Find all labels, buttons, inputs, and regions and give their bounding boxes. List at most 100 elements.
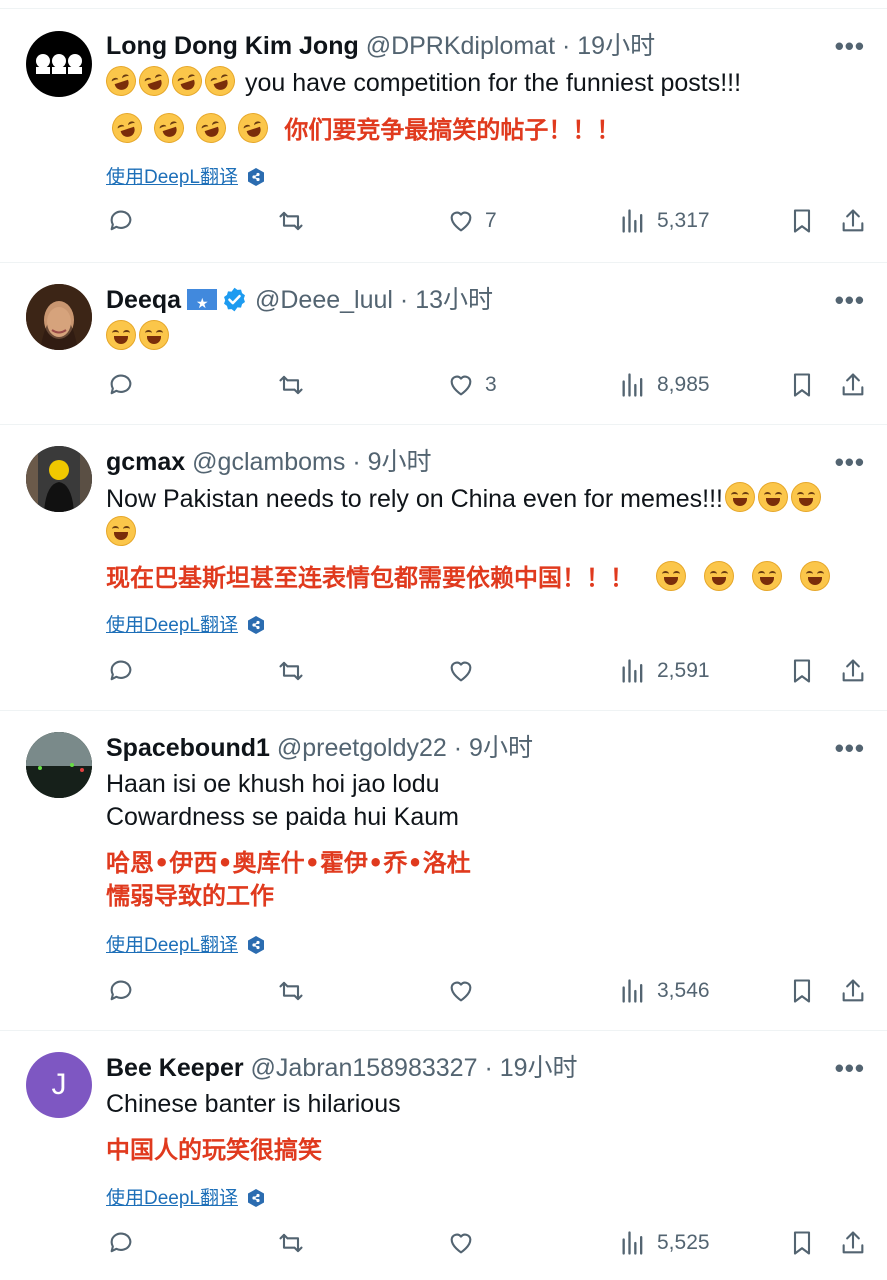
view-count: 3,546 <box>657 979 710 1002</box>
retweet-button[interactable] <box>277 657 305 685</box>
tears-of-joy-emoji-icon <box>800 561 830 591</box>
reply-button[interactable] <box>107 371 135 399</box>
tweet-reply[interactable]: Spacebound1 @preetgoldy22 · 9小时 ••• Haan… <box>0 711 887 1031</box>
reply-icon <box>110 660 132 681</box>
like-button[interactable] <box>447 1229 485 1257</box>
deepl-icon <box>248 616 264 634</box>
reply-button[interactable] <box>107 1229 135 1257</box>
deepl-translate-link[interactable]: 使用DeepL翻译 <box>106 162 266 189</box>
user-handle[interactable]: @Deee_luul <box>255 286 393 314</box>
deepl-label[interactable]: 使用DeepL翻译 <box>106 167 238 188</box>
tweet-reply[interactable]: Long Dong Kim Jong @DPRKdiplomat · 19小时 … <box>0 9 887 263</box>
share-button[interactable] <box>839 1229 867 1257</box>
tweet-reply[interactable]: J Bee Keeper @Jabran158983327 · 19小时 •••… <box>0 1031 887 1280</box>
timestamp[interactable]: 9小时 <box>368 448 432 476</box>
rofl-emoji-icon <box>102 62 140 100</box>
share-icon <box>842 1231 864 1254</box>
reply-button[interactable] <box>107 657 135 685</box>
bookmark-button[interactable] <box>788 657 816 685</box>
retweet-button[interactable] <box>277 207 305 235</box>
retweet-icon <box>279 981 303 1001</box>
timestamp[interactable]: 9小时 <box>469 734 533 762</box>
share-button[interactable] <box>839 657 867 685</box>
reply-icon <box>110 374 132 395</box>
timestamp[interactable]: 19小时 <box>500 1054 578 1082</box>
translation-line: 懦弱导致的工作 <box>106 882 274 910</box>
retweet-button[interactable] <box>277 977 305 1005</box>
tweet-reply[interactable]: gcmax @gclamboms · 9小时 ••• Now Pakistan … <box>0 425 887 711</box>
like-button[interactable]: 3 <box>447 371 497 399</box>
views-button[interactable]: 8,985 <box>619 371 710 399</box>
bookmark-button[interactable] <box>788 371 816 399</box>
deepl-label[interactable]: 使用DeepL翻译 <box>106 615 238 636</box>
deepl-icon <box>248 168 264 186</box>
rofl-emoji-icon <box>201 62 239 100</box>
heart-icon <box>450 661 472 682</box>
views-button[interactable]: 3,546 <box>619 977 710 1005</box>
display-name[interactable]: gcmax <box>106 448 185 476</box>
user-handle[interactable]: @preetgoldy22 <box>277 734 447 762</box>
tweet-text: Now Pakistan needs to rely on China even… <box>106 482 824 516</box>
avatar-letter: J <box>51 1068 67 1101</box>
bookmark-button[interactable] <box>788 977 816 1005</box>
heart-icon <box>450 1233 472 1254</box>
tweet-header: gcmax @gclamboms · 9小时 <box>106 447 432 477</box>
more-options-icon[interactable]: ••• <box>835 285 865 316</box>
views-button[interactable]: 5,317 <box>619 207 710 235</box>
tears-of-joy-emoji-icon <box>106 516 136 546</box>
tweet-text-line: Haan isi oe khush hoi jao lodu <box>106 770 440 798</box>
view-count: 2,591 <box>657 659 710 682</box>
deepl-label[interactable]: 使用DeepL翻译 <box>106 935 238 956</box>
deepl-translate-link[interactable]: 使用DeepL翻译 <box>106 610 266 637</box>
display-name[interactable]: Deeqa <box>106 286 181 314</box>
views-chart-icon <box>622 1231 643 1255</box>
avatar[interactable] <box>26 732 92 798</box>
deepl-translate-link[interactable]: 使用DeepL翻译 <box>106 930 266 957</box>
like-button[interactable] <box>447 977 485 1005</box>
like-button[interactable] <box>447 657 485 685</box>
avatar[interactable] <box>26 446 92 512</box>
display-name[interactable]: Bee Keeper <box>106 1054 244 1082</box>
share-icon <box>842 659 864 682</box>
user-handle[interactable]: @Jabran158983327 <box>251 1054 478 1082</box>
reply-button[interactable] <box>107 977 135 1005</box>
share-icon <box>842 979 864 1002</box>
retweet-button[interactable] <box>277 371 305 399</box>
user-handle[interactable]: @gclamboms <box>192 448 345 476</box>
retweet-icon <box>279 375 303 395</box>
translation-text: 现在巴基斯坦甚至连表情包都需要依赖中国！！！ <box>106 561 833 595</box>
user-handle[interactable]: @DPRKdiplomat <box>366 32 555 60</box>
bookmark-button[interactable] <box>788 1229 816 1257</box>
more-options-icon[interactable]: ••• <box>835 733 865 764</box>
bookmark-button[interactable] <box>788 207 816 235</box>
tweet-reply[interactable]: Deeqa @Deee_luul · 13小时 ••• 3 8,985 <box>0 263 887 425</box>
deepl-label[interactable]: 使用DeepL翻译 <box>106 1188 238 1209</box>
tweet-text <box>106 320 172 354</box>
more-options-icon[interactable]: ••• <box>835 31 865 62</box>
reply-button[interactable] <box>107 207 135 235</box>
share-button[interactable] <box>839 207 867 235</box>
deepl-translate-link[interactable]: 使用DeepL翻译 <box>106 1183 266 1210</box>
tweet-header: Deeqa @Deee_luul · 13小时 <box>106 285 493 318</box>
avatar[interactable] <box>26 31 92 97</box>
views-button[interactable]: 2,591 <box>619 657 710 685</box>
more-options-icon[interactable]: ••• <box>835 447 865 478</box>
avatar[interactable]: J <box>26 1052 92 1118</box>
timestamp[interactable]: 19小时 <box>577 32 655 60</box>
action-bar: 3,546 <box>0 977 887 1017</box>
rofl-emoji-icon <box>234 109 272 147</box>
like-button[interactable]: 7 <box>447 207 497 235</box>
more-options-icon[interactable]: ••• <box>835 1053 865 1084</box>
avatar[interactable] <box>26 284 92 350</box>
tears-of-joy-emoji-icon <box>757 482 788 512</box>
tweet-text-line: Now Pakistan needs to rely on China even… <box>106 485 723 513</box>
display-name[interactable]: Spacebound1 <box>106 734 270 762</box>
somalia-flag-icon <box>187 288 218 318</box>
share-button[interactable] <box>839 371 867 399</box>
timestamp[interactable]: 13小时 <box>415 286 493 314</box>
display-name[interactable]: Long Dong Kim Jong <box>106 32 359 60</box>
retweet-button[interactable] <box>277 1229 305 1257</box>
views-button[interactable]: 5,525 <box>619 1229 710 1257</box>
share-button[interactable] <box>839 977 867 1005</box>
tears-of-joy-emoji-icon <box>656 561 686 591</box>
